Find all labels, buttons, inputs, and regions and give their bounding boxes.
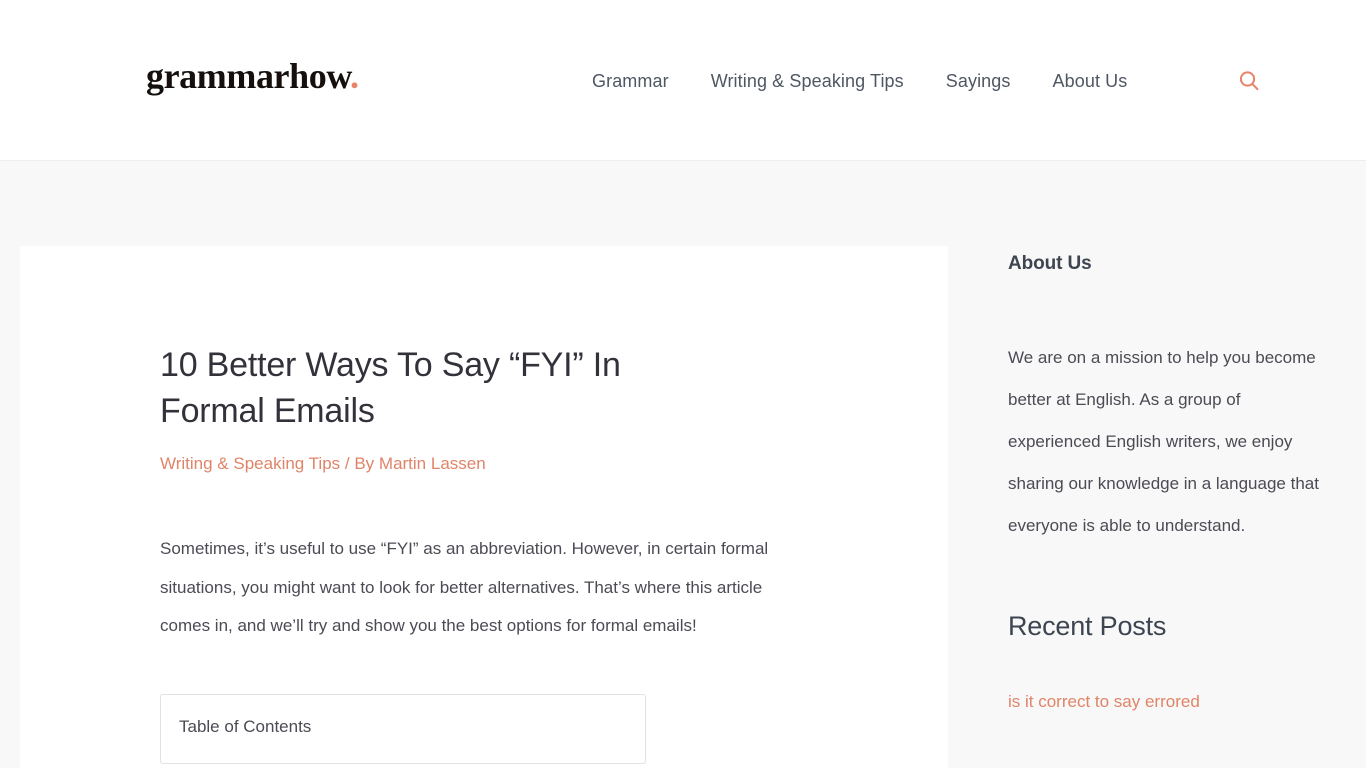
table-of-contents-title: Table of Contents (179, 716, 312, 736)
list-item: is it correct to say errored (1008, 689, 1320, 715)
search-icon[interactable] (1236, 68, 1262, 94)
article-card: 10 Better Ways To Say “FYI” In Formal Em… (20, 246, 948, 768)
sidebar-about-heading: About Us (1008, 253, 1092, 274)
article: 10 Better Ways To Say “FYI” In Formal Em… (20, 342, 948, 764)
logo-dot: . (349, 56, 359, 96)
nav-item-sayings[interactable]: Sayings (946, 68, 1011, 94)
nav-item-writing-speaking-tips[interactable]: Writing & Speaking Tips (711, 68, 904, 94)
byline-author[interactable]: Martin Lassen (379, 454, 486, 473)
sidebar-recent-posts-heading: Recent Posts (1008, 611, 1167, 641)
article-intro-paragraph: Sometimes, it’s useful to use “FYI” as a… (160, 539, 769, 635)
main-navigation: Grammar Writing & Speaking Tips Sayings … (592, 68, 1169, 94)
article-byline: Writing & Speaking Tips / By Martin Lass… (160, 452, 788, 476)
byline-category[interactable]: Writing & Speaking Tips (160, 454, 340, 473)
table-of-contents-box[interactable]: Table of Contents (160, 693, 646, 764)
sidebar-about-text: We are on a mission to help you become b… (1008, 348, 1319, 535)
byline-author-prefix: By (354, 454, 379, 473)
site-header: grammarhow. Grammar Writing & Speaking T… (0, 0, 1366, 161)
nav-item-about-us[interactable]: About Us (1053, 68, 1128, 94)
sidebar: About Us We are on a mission to help you… (1008, 251, 1320, 715)
logo-text: grammarhow (146, 56, 350, 96)
byline-separator: / (340, 454, 355, 473)
site-logo[interactable]: grammarhow. (146, 58, 359, 94)
recent-post-link[interactable]: is it correct to say errored (1008, 689, 1320, 715)
page-body: 10 Better Ways To Say “FYI” In Formal Em… (0, 161, 1366, 768)
page-title: 10 Better Ways To Say “FYI” In Formal Em… (160, 346, 621, 430)
recent-posts-list: is it correct to say errored (1008, 689, 1320, 715)
nav-item-grammar[interactable]: Grammar (592, 68, 669, 94)
